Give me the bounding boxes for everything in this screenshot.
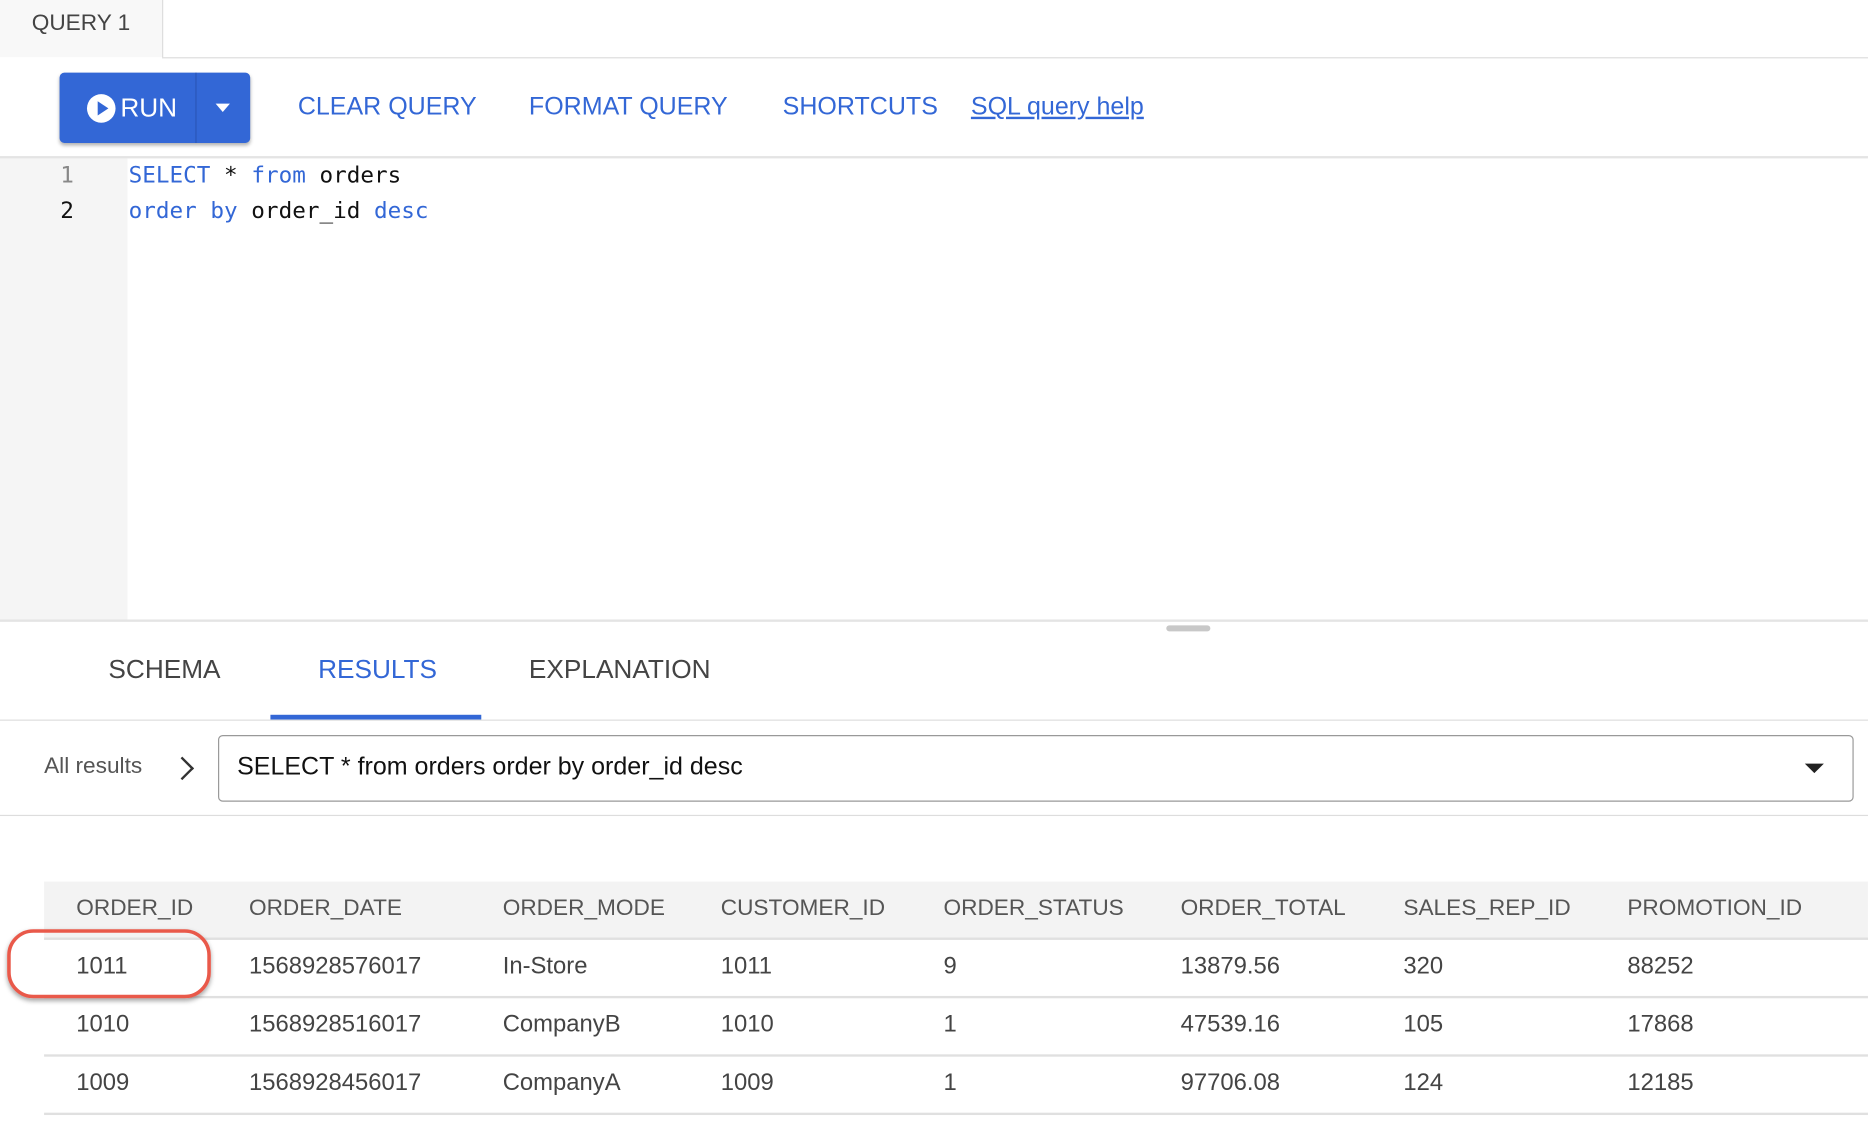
table-cell: 9 <box>943 953 957 980</box>
clear-query-button[interactable]: CLEAR QUERY <box>298 93 477 122</box>
sql-keyword: desc <box>373 197 429 224</box>
divider <box>195 72 197 143</box>
line-number: 2 <box>60 197 74 224</box>
column-header[interactable]: ORDER_TOTAL <box>1181 896 1346 922</box>
code-line[interactable]: order by order_id desc <box>129 198 429 224</box>
line-number: 1 <box>60 162 74 189</box>
column-header[interactable]: ORDER_MODE <box>503 896 665 922</box>
table-row[interactable]: 1009 1568928456017 CompanyA 1009 1 97706.08 12… <box>44 1057 1868 1116</box>
table-row[interactable]: 1011 1568928576017 In-Store 1011 9 13879.56 32… <box>44 940 1868 999</box>
sql-token: * <box>210 162 252 189</box>
table-cell: CompanyA <box>502 1069 621 1096</box>
column-header[interactable]: PROMOTION_ID <box>1627 896 1802 922</box>
table-cell: 1010 <box>720 1011 774 1038</box>
table-cell: 1010 <box>76 1011 130 1038</box>
column-header[interactable]: SALES_REP_ID <box>1403 896 1570 922</box>
run-options-dropdown-icon[interactable] <box>215 103 230 112</box>
all-results-breadcrumb[interactable]: All results <box>44 754 142 780</box>
chevron-right-icon <box>170 756 195 781</box>
table-row[interactable]: 1010 1568928516017 CompanyB 1010 1 47539.16 10… <box>44 998 1868 1057</box>
table-cell: 1 <box>943 1011 957 1038</box>
sql-token: orders <box>305 162 402 189</box>
divider <box>0 619 1868 622</box>
table-cell: 124 <box>1403 1069 1444 1096</box>
tab-query-1[interactable]: QUERY 1 <box>0 0 164 58</box>
run-button[interactable]: RUN <box>59 72 251 143</box>
divider <box>162 57 1868 59</box>
highlight-annotation <box>7 929 211 999</box>
table-cell: 17868 <box>1627 1011 1694 1038</box>
code-line[interactable]: SELECT * from orders <box>129 162 402 188</box>
table-cell: 1568928456017 <box>248 1069 422 1096</box>
table-cell: 320 <box>1403 953 1444 980</box>
query-result-select[interactable]: SELECT * from orders order by order_id d… <box>218 735 1854 802</box>
selected-query-value: SELECT * from orders order by order_id d… <box>237 752 743 781</box>
sql-token: order_id <box>237 197 374 224</box>
sql-keyword: from <box>251 162 306 189</box>
table-cell: 1009 <box>76 1069 130 1096</box>
table-cell: 1568928576017 <box>248 953 422 980</box>
tab-schema[interactable]: SCHEMA <box>108 654 220 685</box>
chevron-down-icon <box>1804 763 1824 774</box>
tab-explanation[interactable]: EXPLANATION <box>529 654 711 685</box>
line-number-gutter <box>0 158 128 620</box>
divider <box>0 814 1868 817</box>
sql-query-help-link[interactable]: SQL query help <box>971 93 1144 122</box>
sql-workbench: QUERY 1 RUN CLEAR QUERY FORMAT QUERY SHO… <box>0 0 1868 1131</box>
table-cell: In-Store <box>502 953 588 980</box>
table-cell: 12185 <box>1627 1069 1694 1096</box>
run-label: RUN <box>120 92 178 123</box>
table-cell: 97706.08 <box>1180 1069 1280 1096</box>
sql-keyword: order by <box>128 197 238 224</box>
column-header[interactable]: CUSTOMER_ID <box>721 896 885 922</box>
shortcuts-button[interactable]: SHORTCUTS <box>783 93 938 122</box>
table-header: ORDER_ID ORDER_DATE ORDER_MODE CUSTOMER_ID O… <box>44 881 1868 940</box>
format-query-button[interactable]: FORMAT QUERY <box>529 93 728 122</box>
table-cell: 88252 <box>1627 953 1694 980</box>
table-cell: 1568928516017 <box>248 1011 422 1038</box>
table-cell: CompanyB <box>502 1011 621 1038</box>
sql-editor[interactable] <box>127 158 1868 620</box>
divider <box>0 719 1868 721</box>
table-cell: 1 <box>943 1069 957 1096</box>
table-cell: 47539.16 <box>1180 1011 1280 1038</box>
tab-results[interactable]: RESULTS <box>318 654 437 685</box>
resize-handle[interactable] <box>1166 625 1211 632</box>
table-cell: 13879.56 <box>1180 953 1280 980</box>
table-cell: 1009 <box>720 1069 774 1096</box>
column-header[interactable]: ORDER_DATE <box>249 896 402 922</box>
play-icon <box>86 94 116 123</box>
column-header[interactable]: ORDER_ID <box>76 896 193 922</box>
sql-keyword: SELECT <box>128 162 211 189</box>
table-cell: 1011 <box>720 953 772 980</box>
table-cell: 105 <box>1403 1011 1444 1038</box>
column-header[interactable]: ORDER_STATUS <box>944 896 1124 922</box>
